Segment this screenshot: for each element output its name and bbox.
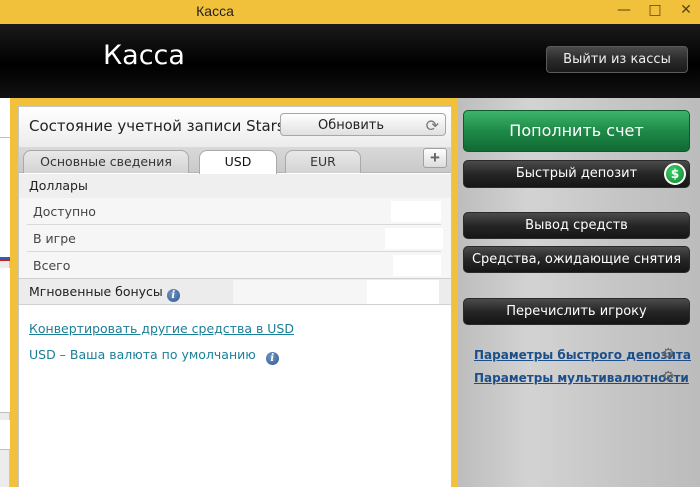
row-label: Всего bbox=[33, 258, 71, 273]
dollar-icon: $ bbox=[664, 163, 686, 185]
withdraw-button[interactable]: Вывод средств bbox=[463, 212, 690, 239]
bonus-value bbox=[367, 280, 439, 304]
add-currency-button[interactable]: + bbox=[423, 148, 447, 168]
left-panel-segment bbox=[0, 268, 10, 413]
currency-tabs: Основные сведения USD EUR + bbox=[19, 147, 451, 174]
minimize-icon[interactable]: — bbox=[610, 0, 638, 22]
info-icon[interactable]: i bbox=[166, 289, 180, 302]
gear-icon[interactable]: ⚙ bbox=[662, 369, 675, 385]
left-panel-segment bbox=[0, 138, 10, 258]
gear-icon[interactable]: ⚙ bbox=[662, 346, 675, 362]
exit-cashier-button[interactable]: Выйти из кассы bbox=[546, 46, 688, 73]
panel-header: Состояние учетной записи Stars Обновить … bbox=[19, 107, 451, 147]
quick-deposit-label: Быстрый депозит bbox=[515, 166, 638, 181]
window-titlebar: Касса — □ ✕ bbox=[0, 0, 700, 24]
balance-row-available: Доступно bbox=[19, 198, 451, 225]
balance-value bbox=[393, 255, 441, 276]
pending-withdrawals-button[interactable]: Средства, ожидающие снятия bbox=[463, 246, 690, 273]
row-label: В игре bbox=[33, 231, 76, 246]
info-icon[interactable]: i bbox=[265, 352, 279, 365]
bonus-label: Мгновенные бонусы bbox=[29, 284, 163, 299]
app-title: Касса bbox=[103, 40, 185, 71]
panel-title: Состояние учетной записи Stars bbox=[29, 117, 285, 135]
app-header: Касса Выйти из кассы bbox=[0, 24, 700, 98]
transfer-to-player-button[interactable]: Перечислить игроку bbox=[463, 298, 690, 325]
actions-column: Пополнить счет Быстрый депозит $ Вывод с… bbox=[458, 98, 700, 487]
maximize-icon[interactable]: □ bbox=[641, 0, 669, 22]
section-title-dollars: Доллары bbox=[19, 174, 451, 198]
balance-value bbox=[385, 228, 443, 249]
balance-value bbox=[391, 201, 441, 222]
row-label: Доступно bbox=[33, 204, 96, 219]
deposit-button[interactable]: Пополнить счет bbox=[463, 110, 690, 152]
left-panel-segment bbox=[0, 420, 10, 450]
left-panel-edge bbox=[0, 98, 10, 487]
tab-main-info[interactable]: Основные сведения bbox=[23, 150, 189, 173]
close-icon[interactable]: ✕ bbox=[672, 0, 700, 22]
quick-deposit-button[interactable]: Быстрый депозит $ bbox=[463, 160, 690, 188]
refresh-icon: ⟳ bbox=[425, 116, 439, 135]
flag-icon bbox=[0, 255, 10, 261]
tab-eur[interactable]: EUR bbox=[285, 150, 361, 173]
convert-funds-link[interactable]: Конвертировать другие средства в USD bbox=[29, 321, 294, 336]
balance-row-total: Всего bbox=[19, 252, 451, 279]
account-status-panel: Состояние учетной записи Stars Обновить … bbox=[18, 106, 452, 487]
bonus-value bbox=[233, 280, 367, 304]
instant-bonuses-row: Мгновенные бонусы i bbox=[19, 278, 451, 305]
refresh-button[interactable]: Обновить ⟳ bbox=[280, 113, 446, 136]
multicurrency-settings-link[interactable]: Параметры мультивалютности bbox=[474, 371, 689, 385]
quick-deposit-settings-link[interactable]: Параметры быстрого депозита bbox=[474, 348, 691, 362]
tab-usd[interactable]: USD bbox=[199, 150, 277, 174]
refresh-label: Обновить bbox=[317, 118, 385, 133]
left-panel-segment bbox=[0, 98, 10, 138]
balance-row-in-play: В игре bbox=[19, 225, 451, 252]
default-currency-text: USD – Ваша валюта по умолчанию bbox=[29, 347, 256, 362]
default-currency-note: USD – Ваша валюта по умолчанию i bbox=[29, 347, 279, 365]
window-title: Касса bbox=[196, 3, 234, 19]
